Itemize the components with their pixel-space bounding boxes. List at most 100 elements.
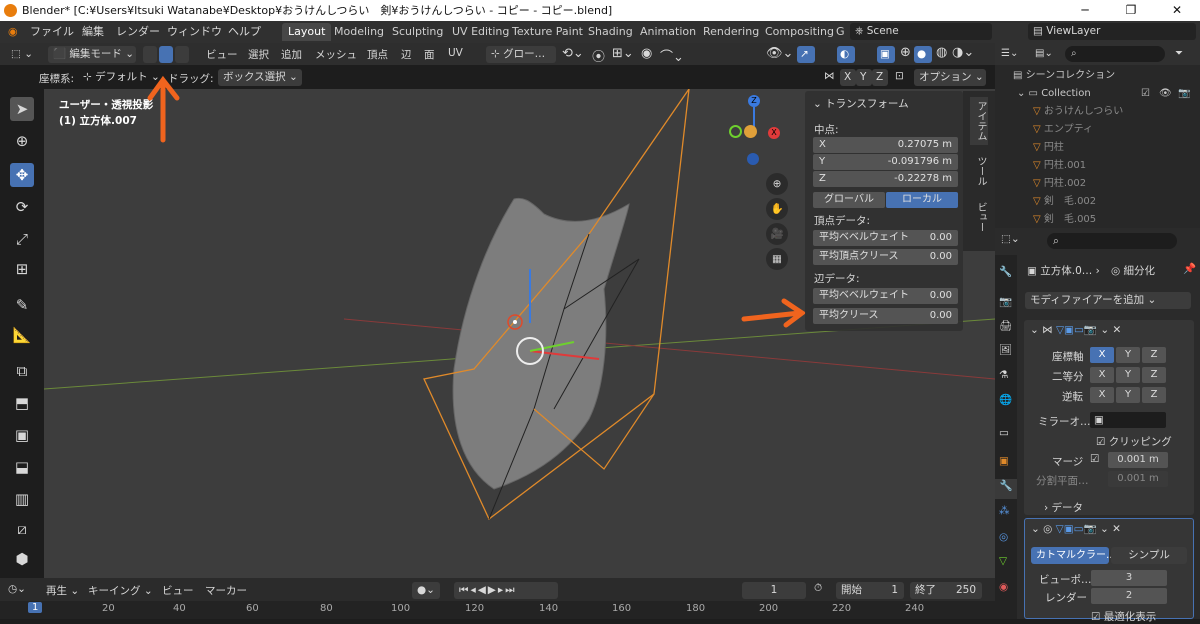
tab-tool[interactable]: ツール [970, 151, 988, 191]
filter-icon[interactable]: ⏷ [1175, 45, 1183, 63]
current-frame-field[interactable]: 1 [742, 582, 806, 599]
playback-controls[interactable]: ⏮◂◀▶▸⏭ [454, 582, 558, 599]
output-tab-icon[interactable]: 🖨 [999, 319, 1012, 332]
median-x-field[interactable]: X 0.27075 m [813, 137, 958, 153]
select-box-tool-icon[interactable]: ➤ [10, 97, 34, 121]
menu-select[interactable]: 選択 [248, 47, 269, 62]
playback-menu[interactable]: 再生 ⌄ [46, 583, 79, 598]
flip-y-toggle[interactable]: Y [1116, 387, 1140, 403]
menu-help[interactable]: ヘルプ [228, 21, 261, 43]
mirror-modifier-header[interactable]: ⌄ ⋈ ▽▣▭📷 ⌄ ✕ [1030, 323, 1121, 336]
blender-menu-icon[interactable]: ◉ [8, 21, 18, 43]
shading-rendered-icon[interactable]: ◑⌄ [952, 45, 974, 60]
timeline-editor-icon[interactable]: ◷⌄ [8, 583, 26, 595]
inset-tool-icon[interactable]: ▣ [10, 423, 34, 447]
outliner-item[interactable]: ▽ 円柱.001 [995, 157, 1200, 175]
menu-add[interactable]: 追加 [281, 47, 302, 62]
display-mode-icon[interactable]: ▤⌄ [1035, 45, 1053, 63]
pin-icon[interactable]: 📌 [1183, 262, 1196, 275]
bevel-tool-icon[interactable]: ⬓ [10, 455, 34, 479]
overlay-toggle-icon[interactable]: ◐ [837, 46, 855, 63]
bisect-z-toggle[interactable]: Z [1142, 367, 1166, 383]
edge-select-icon[interactable] [159, 46, 173, 63]
loop-cut-tool-icon[interactable]: ▥ [10, 487, 34, 511]
falloff-icon[interactable]: ⌒⌄ [660, 46, 684, 65]
drag-select[interactable]: ボックス選択 ⌄ [218, 69, 302, 86]
vertex-select-icon[interactable] [143, 46, 157, 63]
annotate-tool-icon[interactable]: ✎ [10, 293, 34, 317]
tab-animation[interactable]: Animation [634, 23, 702, 41]
mirror-object-field[interactable]: ▣ [1090, 412, 1166, 428]
tab-uv-editing[interactable]: UV Editing [446, 23, 515, 41]
start-frame-field[interactable]: 開始 1 [836, 582, 904, 599]
collection-eye-icon[interactable]: 👁 [1159, 85, 1172, 103]
particles-tab-icon[interactable]: ⁂ [999, 505, 1010, 517]
outliner-item[interactable]: ▽ 円柱 [995, 139, 1200, 157]
data-tab-icon[interactable]: ▽ [999, 555, 1007, 567]
end-frame-field[interactable]: 終了 250 [910, 582, 982, 599]
axis-y-toggle[interactable]: Y [1116, 347, 1140, 363]
render-levels-field[interactable]: 2 [1091, 588, 1167, 604]
close-button[interactable]: ✕ [1154, 0, 1200, 21]
object-tab-icon[interactable]: ▣ [999, 455, 1009, 467]
outliner-search-input[interactable]: ⌕ [1065, 46, 1165, 62]
poly-build-tool-icon[interactable]: ⬢ [10, 547, 34, 571]
flip-x-toggle[interactable]: X [1090, 387, 1114, 403]
menu-file[interactable]: ファイル [30, 21, 74, 43]
menu-window[interactable]: ウィンドウ [167, 21, 222, 43]
bisect-y-toggle[interactable]: Y [1116, 367, 1140, 383]
outliner-item[interactable]: ▽ エンプティ [995, 121, 1200, 139]
extrude-tool-icon[interactable]: ⬒ [10, 391, 34, 415]
minimize-button[interactable]: ─ [1062, 0, 1108, 21]
stopwatch-icon[interactable]: ⏱ [814, 582, 822, 595]
edge-crease-field[interactable]: 平均クリース 0.00 [813, 308, 958, 324]
ortho-grid-icon[interactable]: ▦ [766, 248, 788, 270]
tab-texture-paint[interactable]: Texture Paint [506, 23, 589, 41]
pan-hand-icon[interactable]: ✋ [766, 198, 788, 220]
menu-vertex[interactable]: 頂点 [367, 47, 388, 62]
transform-tool-icon[interactable]: ⊞ [10, 257, 34, 281]
shading-solid-icon[interactable]: ● [914, 46, 932, 63]
scene-selector[interactable]: ⎈ Scene [850, 23, 992, 40]
gizmo-y-ball[interactable] [729, 125, 742, 138]
shading-material-icon[interactable]: ◍ [936, 45, 947, 60]
collection-tab-icon[interactable]: ▭ [999, 427, 1009, 439]
optimal-display-checkbox[interactable]: ☑ 最適化表示 [1091, 609, 1156, 624]
gizmo-neg-z-ball[interactable] [747, 153, 759, 165]
marker-menu[interactable]: マーカー [205, 583, 247, 598]
gizmo-x-ball[interactable]: X [768, 127, 780, 139]
vertex-bevel-field[interactable]: 平均ベベルウェイト 0.00 [813, 230, 958, 246]
timeline-view-menu[interactable]: ビュー [162, 583, 194, 598]
mirror-x-button[interactable]: X [840, 69, 856, 86]
outliner-item[interactable]: ▽ 剣 毛.005 [995, 211, 1200, 229]
tab-compositing[interactable]: Compositing [759, 23, 840, 41]
world-tab-icon[interactable]: 🌐 [999, 393, 1012, 406]
local-button[interactable]: ローカル [886, 192, 958, 208]
rotate-tool-icon[interactable]: ⟳ [10, 195, 34, 219]
outliner-item[interactable]: ▽ 剣 毛.002 [995, 193, 1200, 211]
pivot-icon[interactable]: ⟲⌄ [562, 46, 584, 61]
global-button[interactable]: グローバル [813, 192, 885, 208]
measure-tool-icon[interactable]: 📐 [10, 323, 34, 347]
shading-wireframe-icon[interactable]: ⊕ [900, 45, 911, 60]
clipping-checkbox[interactable]: ☑ クリッピング [1096, 434, 1172, 449]
simple-button[interactable]: シンプル [1111, 547, 1187, 564]
properties-editor-icon[interactable]: ⬚⌄ [1001, 233, 1020, 245]
collection-camera-icon[interactable]: 📷 [1178, 85, 1190, 103]
tab-view[interactable]: ビュー [970, 197, 988, 237]
subdivision-modifier-header[interactable]: ⌄ ◎ ▽▣▭📷 ⌄ ✕ [1031, 522, 1121, 535]
median-z-field[interactable]: Z -0.22278 m [813, 171, 958, 187]
maximize-button[interactable]: ❐ [1108, 0, 1154, 21]
catmull-clark-button[interactable]: カトマルクラー… [1031, 547, 1116, 564]
gizmo-z-ball[interactable]: Z [748, 95, 760, 107]
vertex-crease-field[interactable]: 平均頂点クリース 0.00 [813, 249, 958, 265]
view-layer-selector[interactable]: ▤ ViewLayer [1028, 23, 1196, 40]
menu-render[interactable]: レンダー [116, 21, 160, 43]
add-modifier-button[interactable]: モディファイアーを追加 ⌄ [1025, 292, 1191, 309]
tab-shading[interactable]: Shading [582, 23, 639, 41]
gizmo-toggle-icon[interactable]: ↗ [797, 46, 815, 63]
editor-type-icon[interactable]: ⬚ ⌄ [6, 46, 38, 63]
auto-merge-icon[interactable]: ⊡ [895, 70, 904, 82]
axis-x-toggle[interactable]: X [1090, 347, 1114, 363]
physics-tab-icon[interactable]: ◎ [999, 531, 1008, 543]
